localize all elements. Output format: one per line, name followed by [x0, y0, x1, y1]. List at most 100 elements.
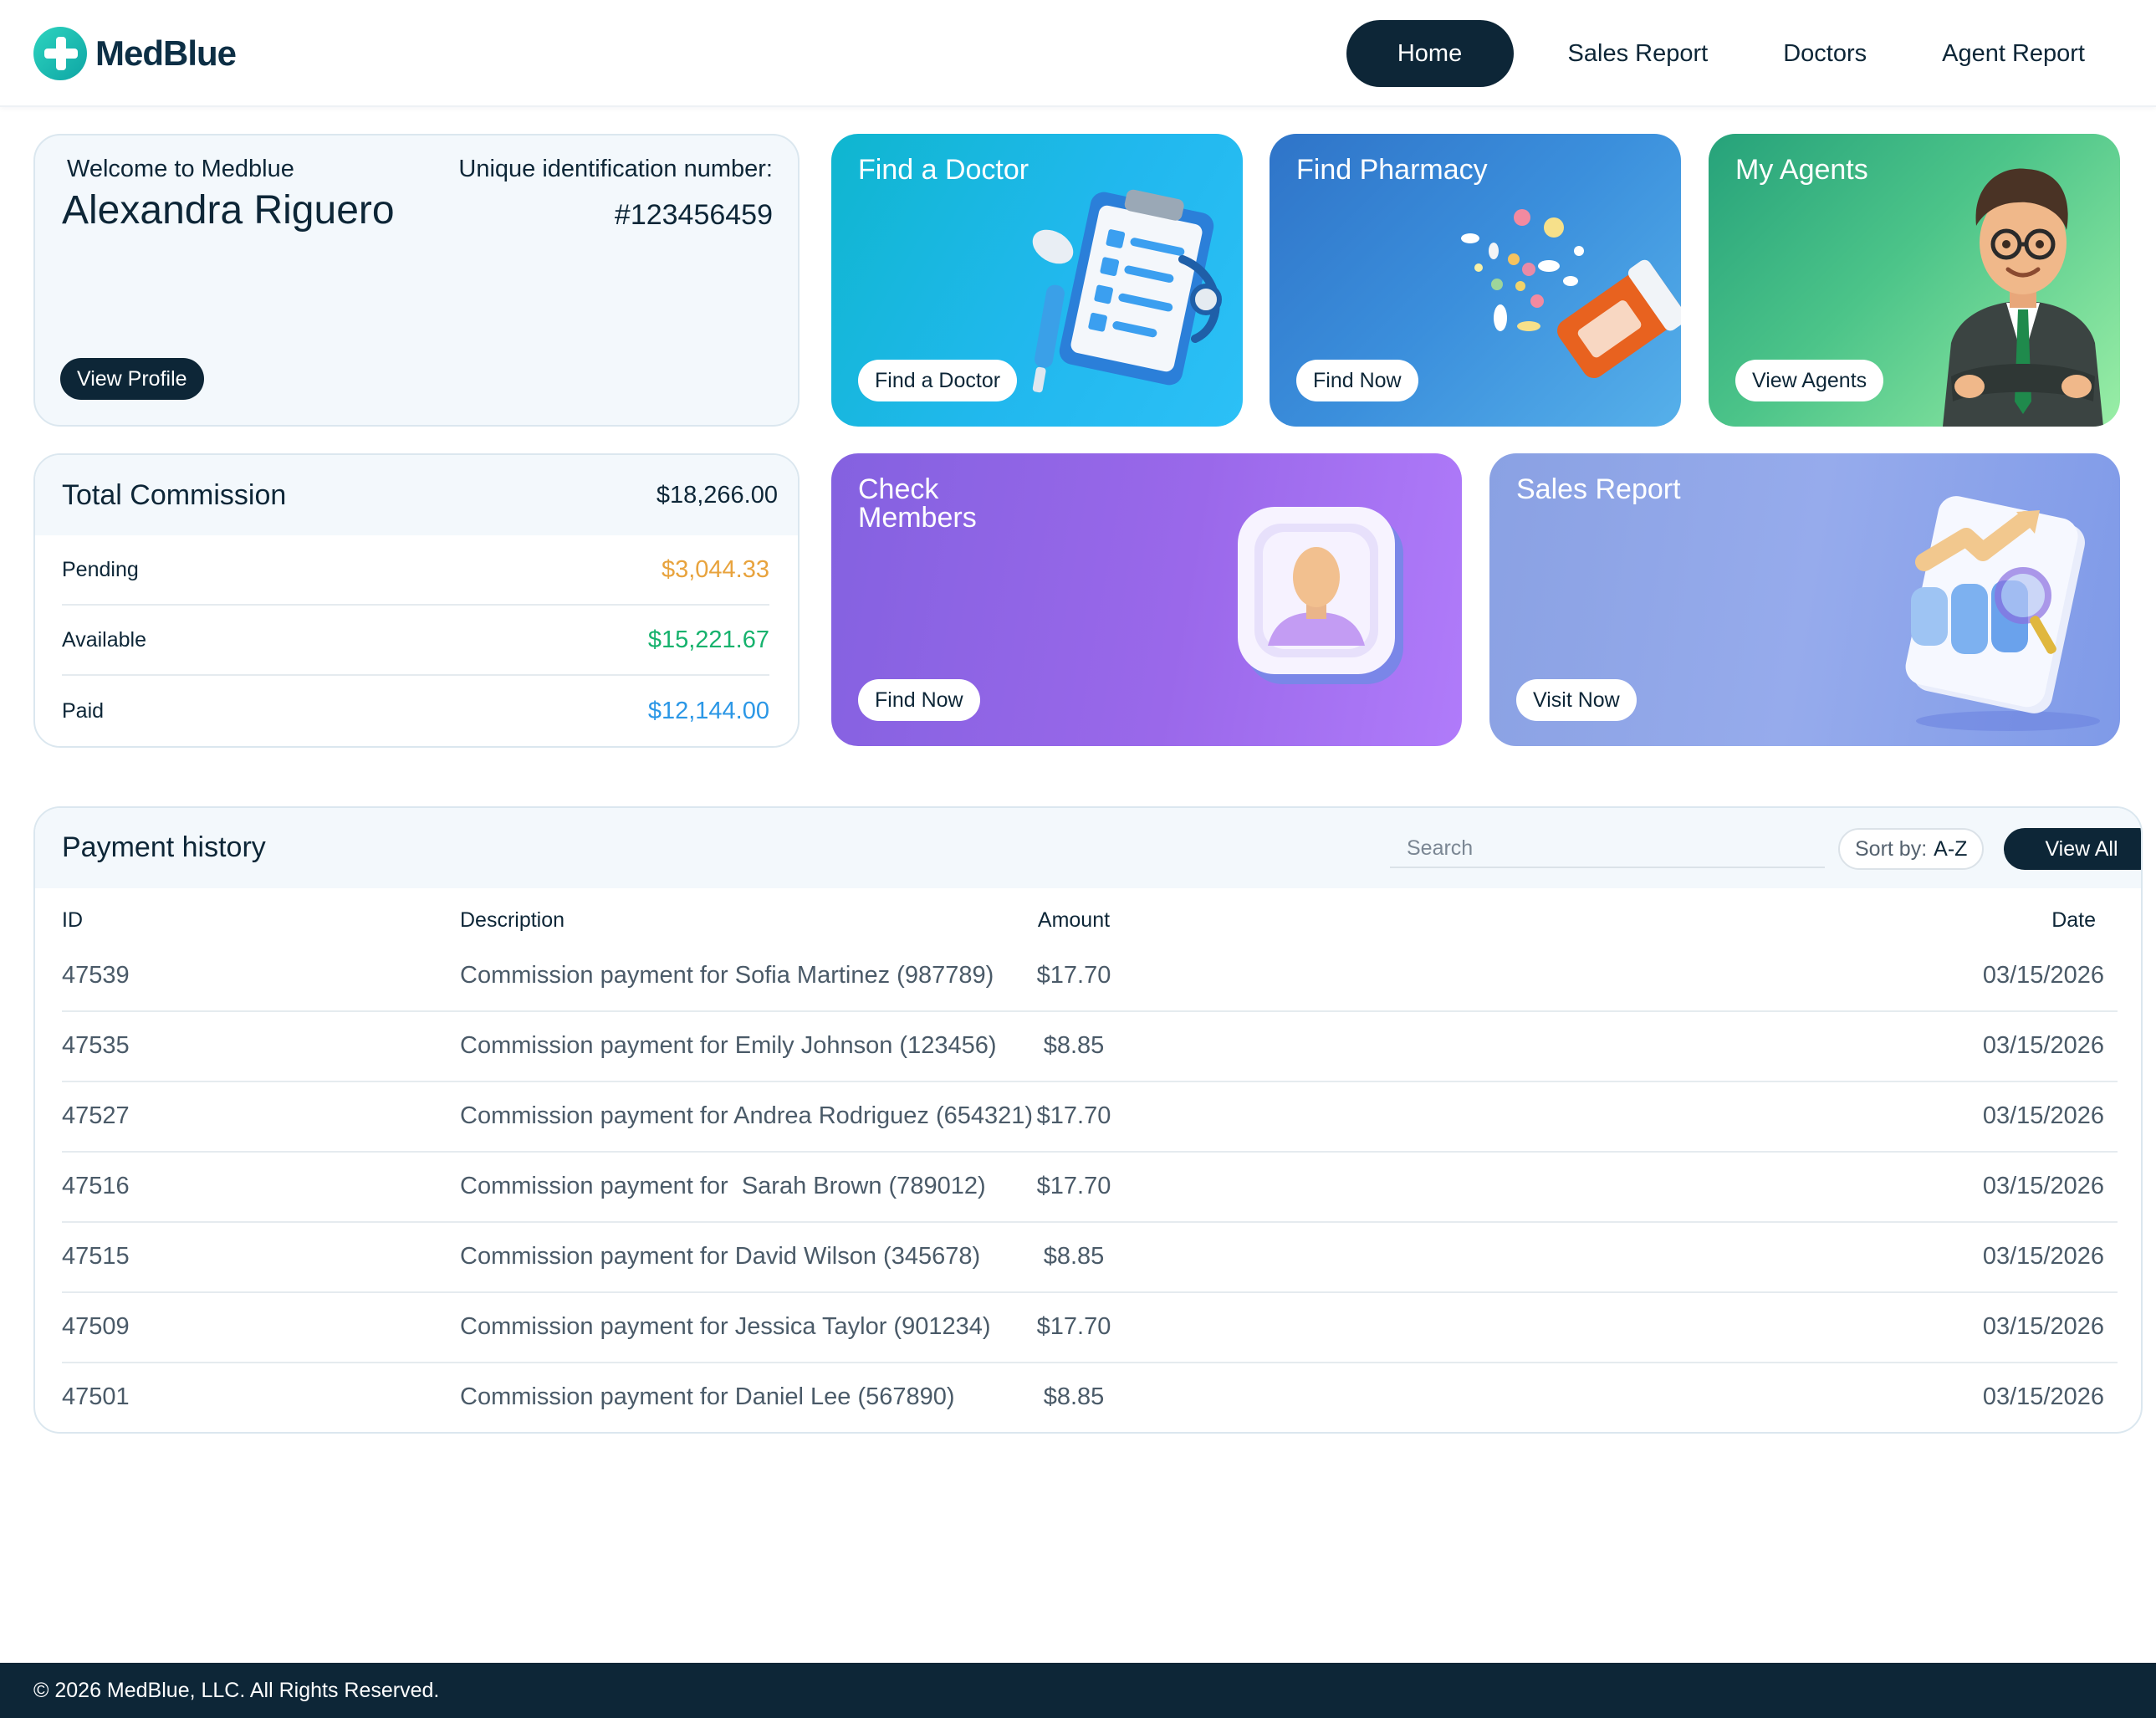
- view-profile-button[interactable]: View Profile: [60, 358, 204, 400]
- payment-amount: $17.70: [1036, 1102, 1111, 1129]
- table-row[interactable]: 47539 Commission payment for Sofia Martin…: [62, 942, 2118, 1012]
- commission-card: Total Commission $18,266.00 Pending $3,0…: [33, 453, 800, 748]
- commission-value: $12,144.00: [647, 697, 769, 724]
- clipboard-illustration-icon: [1032, 189, 1222, 393]
- payment-amount: $8.85: [1043, 1243, 1105, 1270]
- payment-description: Commission payment for Sofia Martinez (9…: [460, 962, 994, 989]
- tile-title: Sales Report: [1516, 473, 1681, 505]
- payment-amount: $17.70: [1036, 1173, 1111, 1199]
- tile-title: Find Pharmacy: [1296, 154, 1488, 186]
- tile-title: Check Members: [858, 475, 977, 532]
- find-doctor-tile[interactable]: Find a Doctor Find a Doctor: [831, 134, 1243, 427]
- column-header-description: Description: [460, 908, 565, 932]
- payment-id: 47515: [62, 1243, 130, 1270]
- main-nav: Home Sales Report Doctors Agent Report: [1346, 20, 2123, 87]
- search-input[interactable]: [1390, 830, 1825, 868]
- medical-cross-logo-icon: [33, 27, 87, 80]
- payment-description: Commission payment for Andrea Rodriguez …: [460, 1102, 1034, 1129]
- footer: © 2026 MedBlue, LLC. All Rights Reserved…: [0, 1663, 2156, 1718]
- tile-title: My Agents: [1735, 154, 1868, 186]
- payment-description: Commission payment for Sarah Brown (7890…: [460, 1173, 986, 1199]
- welcome-card: Welcome to Medblue Alexandra Riguero Uni…: [33, 134, 800, 427]
- find-doctor-button[interactable]: Find a Doctor: [858, 360, 1018, 401]
- payment-date: 03/15/2026: [1982, 1313, 2104, 1340]
- payment-amount: $8.85: [1043, 1032, 1105, 1059]
- commission-value: $15,221.67: [647, 626, 769, 653]
- table-row[interactable]: 47509 Commission payment for Jessica Tayl…: [62, 1293, 2118, 1363]
- view-agents-button[interactable]: View Agents: [1735, 360, 1884, 401]
- payment-amount: $17.70: [1036, 1313, 1111, 1340]
- payment-amount: $8.85: [1043, 1383, 1105, 1410]
- sort-value: A-Z: [1934, 836, 1968, 861]
- commission-header: Total Commission $18,266.00: [35, 455, 798, 535]
- column-header-amount: Amount: [1037, 908, 1111, 932]
- payment-date: 03/15/2026: [1982, 1173, 2104, 1199]
- logo[interactable]: MedBlue: [33, 27, 237, 80]
- member-profile-illustration-icon: [1238, 507, 1403, 684]
- payment-id: 47539: [62, 962, 130, 989]
- payment-id: 47516: [62, 1173, 130, 1199]
- commission-row-available: Available $15,221.67: [62, 606, 769, 676]
- commission-label: Available: [62, 627, 147, 652]
- payment-history-header: Payment history Sort by: A-Z View All: [35, 808, 2141, 888]
- sales-chart-illustration-icon: [1905, 496, 2100, 731]
- payment-date: 03/15/2026: [1982, 1383, 2104, 1410]
- top-header: MedBlue Home Sales Report Doctors Agent …: [0, 0, 2156, 107]
- copyright-text: © 2026 MedBlue, LLC. All Rights Reserved…: [33, 1678, 440, 1702]
- nav-doctors[interactable]: Doctors: [1745, 20, 1904, 87]
- find-pharmacy-button[interactable]: Find Now: [1296, 360, 1418, 401]
- payment-id: 47535: [62, 1032, 130, 1059]
- payment-date: 03/15/2026: [1982, 962, 2104, 989]
- tile-title-line2: Members: [858, 502, 977, 534]
- my-agents-tile[interactable]: My Agents View Agents: [1709, 134, 2120, 427]
- user-name: Alexandra Riguero: [62, 188, 395, 233]
- payment-date: 03/15/2026: [1982, 1102, 2104, 1129]
- sort-label: Sort by:: [1855, 836, 1928, 861]
- payment-description: Commission payment for Jessica Taylor (9…: [460, 1313, 991, 1340]
- nav-agent-report[interactable]: Agent Report: [1904, 20, 2123, 87]
- commission-row-pending: Pending $3,044.33: [62, 535, 769, 606]
- payment-description: Commission payment for Emily Johnson (12…: [460, 1032, 997, 1059]
- commission-label: Pending: [62, 557, 139, 581]
- check-members-button[interactable]: Find Now: [858, 679, 980, 721]
- table-header: ID Description Amount Date: [35, 908, 2141, 942]
- sales-report-tile[interactable]: Sales Report Visit Now: [1489, 453, 2120, 746]
- welcome-greeting: Welcome to Medblue: [67, 156, 294, 182]
- payment-id: 47509: [62, 1313, 130, 1340]
- payment-id: 47501: [62, 1383, 130, 1410]
- table-row[interactable]: 47535 Commission payment for Emily Johnso…: [62, 1012, 2118, 1082]
- table-row[interactable]: 47501 Commission payment for Daniel Lee (…: [62, 1363, 2118, 1432]
- nav-sales-report[interactable]: Sales Report: [1530, 20, 1746, 87]
- commission-total: $18,266.00: [656, 481, 778, 509]
- check-members-tile[interactable]: Check Members Find Now: [831, 453, 1462, 746]
- payment-description: Commission payment for David Wilson (345…: [460, 1243, 981, 1270]
- column-header-date: Date: [2051, 908, 2096, 932]
- commission-title: Total Commission: [62, 478, 287, 511]
- agent-avatar-illustration-icon: [1943, 168, 2103, 427]
- tile-title-line1: Check: [858, 473, 939, 505]
- commission-label: Paid: [62, 698, 105, 723]
- table-row[interactable]: 47527 Commission payment for Andrea Rodri…: [62, 1082, 2118, 1153]
- commission-row-paid: Paid $12,144.00: [62, 676, 769, 746]
- find-pharmacy-tile[interactable]: Find Pharmacy Find Now: [1270, 134, 1681, 427]
- payment-date: 03/15/2026: [1982, 1243, 2104, 1270]
- tile-title: Find a Doctor: [858, 154, 1029, 186]
- column-header-id: ID: [62, 908, 83, 932]
- payment-amount: $17.70: [1036, 962, 1111, 989]
- uid-value: #123456459: [614, 199, 773, 231]
- table-row[interactable]: 47516 Commission payment for Sarah Brown …: [62, 1153, 2118, 1223]
- view-all-button[interactable]: View All: [2004, 828, 2141, 870]
- payment-description: Commission payment for Daniel Lee (56789…: [460, 1383, 955, 1410]
- commission-value: $3,044.33: [661, 555, 769, 583]
- table-row[interactable]: 47515 Commission payment for David Wilson…: [62, 1223, 2118, 1293]
- payment-date: 03/15/2026: [1982, 1032, 2104, 1059]
- payment-history-title: Payment history: [62, 831, 266, 863]
- uid-label: Unique identification number:: [458, 156, 773, 182]
- payment-id: 47527: [62, 1102, 130, 1129]
- payment-history-card: Payment history Sort by: A-Z View All ID…: [33, 806, 2143, 1434]
- logo-text: MedBlue: [95, 33, 237, 73]
- pills-illustration-icon: [1461, 209, 1681, 379]
- sort-dropdown[interactable]: Sort by: A-Z: [1838, 828, 1985, 870]
- nav-home[interactable]: Home: [1346, 20, 1514, 87]
- visit-sales-report-button[interactable]: Visit Now: [1516, 679, 1637, 721]
